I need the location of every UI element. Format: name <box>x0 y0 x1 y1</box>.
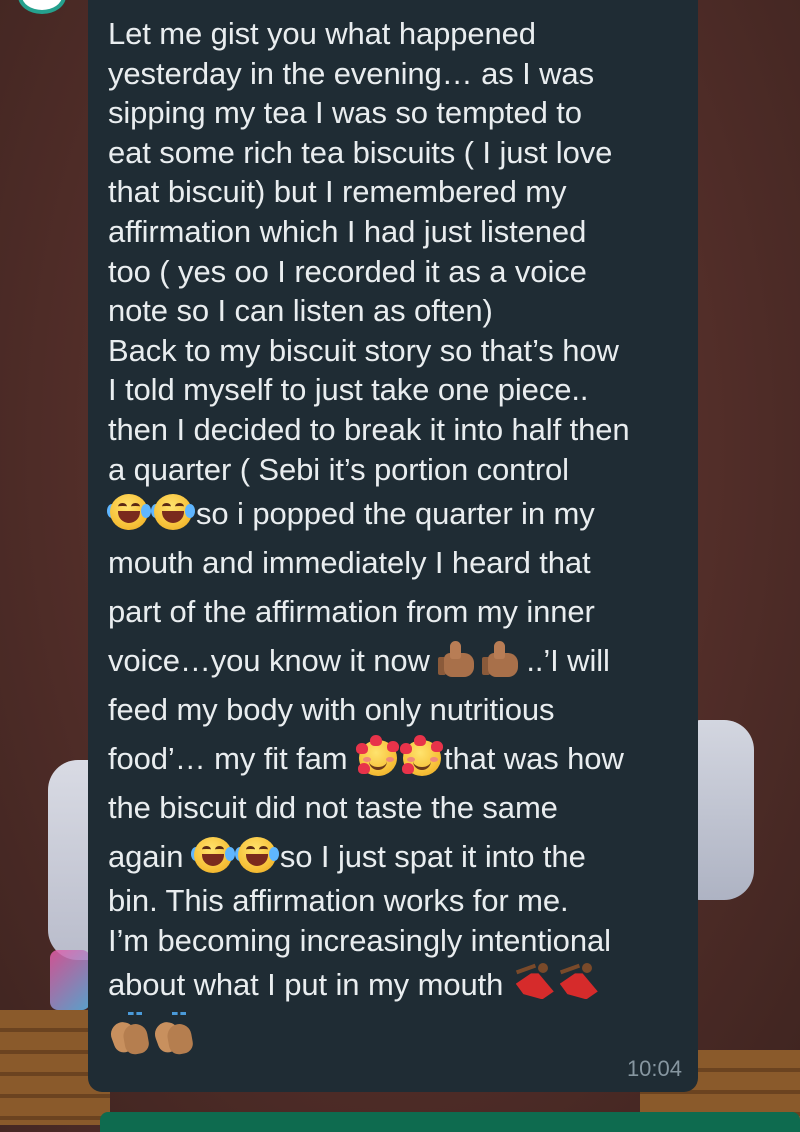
message-line-with-emoji: food’… my fit fam that was how <box>108 734 676 783</box>
message-fragment: voice…you know it now <box>108 643 439 679</box>
message-line: eat some rich tea biscuits ( I just love <box>108 134 613 170</box>
next-message-edge <box>100 1112 800 1132</box>
message-line: mouth and immediately I heard that <box>108 545 591 581</box>
message-line-with-emoji <box>107 1009 676 1058</box>
message-line: I told myself to just take one piece.. <box>108 372 589 408</box>
message-line: yesterday in the evening… as I was <box>108 55 594 91</box>
clapping-hands-icon <box>151 1012 196 1057</box>
background-clothing-detail <box>50 950 90 1010</box>
face-with-tears-of-joy-icon <box>151 492 196 532</box>
message-line: a quarter ( Sebi it’s portion control <box>108 451 569 487</box>
message-timestamp: 10:04 <box>626 1056 682 1081</box>
thumbs-up-medium-dark-icon <box>482 639 526 679</box>
message-fragment: ..’I will <box>526 643 610 679</box>
message-line: Let me gist you what happened <box>108 16 536 51</box>
message-fragment: so I just spat it into the <box>279 839 586 875</box>
woman-dancing-icon <box>556 963 600 1003</box>
sender-avatar[interactable] <box>18 0 66 14</box>
clapping-hands-icon <box>107 1012 152 1057</box>
smiling-face-with-hearts-icon <box>400 735 444 777</box>
message-line: bin. This affirmation works for me. <box>108 883 569 919</box>
message-text: Let me gist you what happened yesterday … <box>107 14 676 1058</box>
message-line: sipping my tea I was so tempted to <box>108 95 582 131</box>
message-fragment: that was how <box>444 741 624 777</box>
message-line: part of the affirmation from my inner <box>108 594 595 630</box>
message-line: then I decided to break it into half the… <box>108 411 630 447</box>
message-line: that biscuit) but I remembered my <box>108 174 567 210</box>
background-shirt-right <box>690 720 754 900</box>
message-line: Back to my biscuit story so that’s how <box>108 332 619 368</box>
message-fragment: again <box>108 839 192 875</box>
face-with-tears-of-joy-icon <box>234 835 280 875</box>
message-line: too ( yes oo I recorded it as a voice <box>108 253 587 289</box>
message-line: affirmation which I had just listened <box>108 213 587 249</box>
smiling-face-with-hearts-icon <box>356 735 400 777</box>
message-line: I’m becoming increasingly intentional <box>108 922 611 958</box>
message-line-with-emoji: again so I just spat it into the <box>108 832 676 881</box>
message-line-with-emoji: so i popped the quarter in my <box>107 489 676 538</box>
message-line: note so I can listen as often) <box>108 293 493 329</box>
message-line-with-emoji: voice…you know it now ..’I will <box>108 636 676 685</box>
message-fragment: about what I put in my mouth <box>108 967 512 1003</box>
message-bubble[interactable]: Let me gist you what happened yesterday … <box>88 0 698 1092</box>
message-line: feed my body with only nutritious <box>108 692 555 728</box>
message-fragment: food’… my fit fam <box>108 741 356 777</box>
thumbs-up-medium-dark-icon <box>438 639 482 679</box>
message-line-with-emoji: about what I put in my mouth <box>108 960 676 1009</box>
face-with-tears-of-joy-icon <box>190 835 236 875</box>
woman-dancing-icon <box>512 963 556 1003</box>
message-line: the biscuit did not taste the same <box>108 790 558 826</box>
face-with-tears-of-joy-icon <box>107 492 152 532</box>
message-fragment: so i popped the quarter in my <box>196 496 595 532</box>
